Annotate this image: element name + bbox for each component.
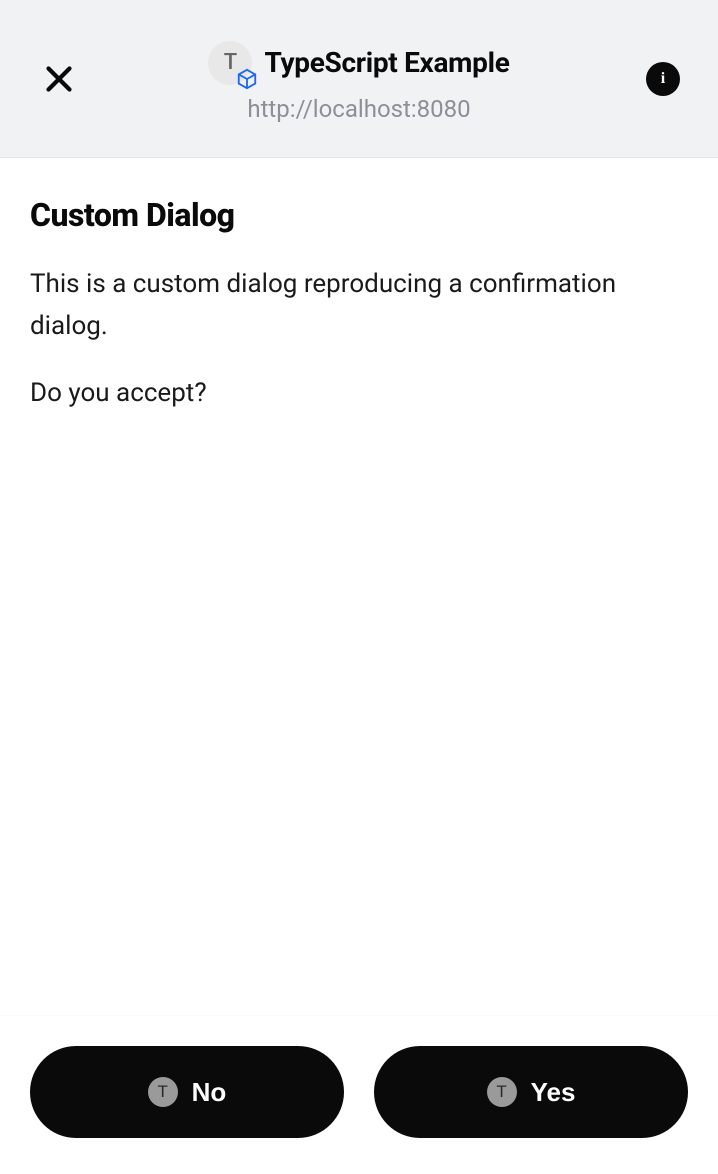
app-title: TypeScript Example [264,46,509,79]
app-url: http://localhost:8080 [247,95,470,123]
close-button[interactable] [38,58,80,100]
dialog-body-line1: This is a custom dialog reproducing a co… [30,264,688,347]
header-center: T TypeScript Example http://localhost:80… [30,41,688,123]
no-button-badge: T [148,1077,178,1107]
dialog-title: Custom Dialog [30,196,688,234]
no-button[interactable]: T No [30,1046,344,1138]
title-row: T TypeScript Example [208,41,509,85]
dialog-footer: T No T Yes [0,1015,718,1174]
yes-button-label: Yes [531,1077,576,1108]
yes-button[interactable]: T Yes [374,1046,688,1138]
no-button-label: No [192,1077,227,1108]
info-button[interactable]: i [646,62,680,96]
info-icon: i [661,70,665,88]
dialog-content: Custom Dialog This is a custom dialog re… [0,158,718,1015]
app-badge-letter: T [224,50,237,75]
cube-icon [236,68,258,90]
dialog-body-line2: Do you accept? [30,373,688,415]
yes-button-badge: T [487,1077,517,1107]
dialog-header: T TypeScript Example http://localhost:80… [0,0,718,158]
app-badge: T [208,41,252,85]
close-icon [41,61,77,97]
